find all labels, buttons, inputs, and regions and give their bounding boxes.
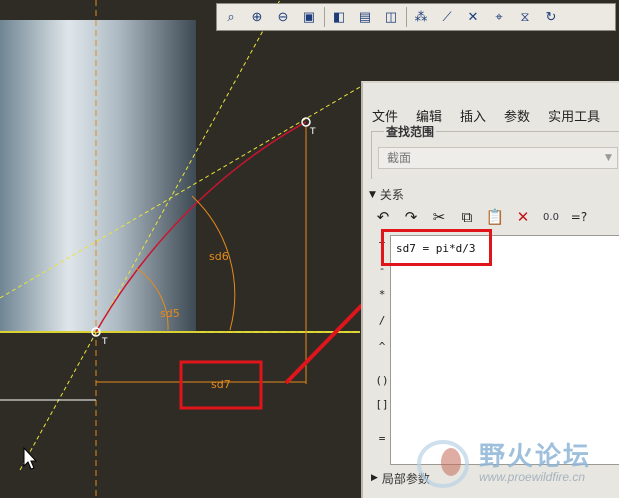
menu-utilities[interactable]: 实用工具 (539, 107, 609, 129)
chevron-down-icon[interactable]: ▼ (602, 151, 615, 165)
annotation-icon[interactable]: ⧖ (514, 6, 536, 28)
operator-button[interactable]: = (379, 431, 386, 447)
zoom-window-icon[interactable]: ⌕ (220, 6, 242, 28)
saved-views-icon[interactable]: ◫ (380, 6, 402, 28)
expand-triangle-icon: ▶ (371, 473, 378, 483)
redo-icon[interactable]: ↷ (400, 206, 422, 228)
cut-icon[interactable]: ✂ (428, 206, 450, 228)
menu-parameters[interactable]: 参数 (495, 107, 539, 129)
sd5-label[interactable]: sd5 (160, 307, 180, 320)
view-manager-icon[interactable]: ▤ (354, 6, 376, 28)
repaint-icon[interactable]: ↻ (540, 6, 562, 28)
sd6-arc (191, 195, 236, 331)
orient-icon[interactable]: ◧ (328, 6, 350, 28)
watermark-url: www.proewildfire.cn (479, 470, 586, 484)
copy-icon[interactable]: ⧉ (456, 206, 478, 228)
operator-button[interactable]: * (379, 287, 386, 303)
operator-button[interactable]: / (379, 313, 386, 329)
view-toolbar: ⌕ ⊕ ⊖ ▣ ◧ ▤ ◫ ⁂ ⟋ ✕ ⌖ ⧖ ↻ (216, 3, 616, 31)
relations-editor[interactable]: sd7 = pi*d/3 (390, 235, 619, 465)
watermark-logo (417, 440, 469, 488)
operator-button[interactable]: [] (375, 397, 388, 413)
menu-insert[interactable]: 插入 (451, 107, 495, 129)
refit-icon[interactable]: ▣ (298, 6, 320, 28)
zoom-out-icon[interactable]: ⊖ (272, 6, 294, 28)
coord-sys-icon[interactable]: ⌖ (488, 6, 510, 28)
datum-axes-icon[interactable]: ⟋ (436, 6, 458, 28)
scope-group: 查找范围 截面 ▼ (371, 123, 619, 179)
datum-planes-icon[interactable]: ⁂ (410, 6, 432, 28)
operator-column: + - * / ^()[] = (372, 235, 392, 465)
evaluate-icon[interactable]: 0.0 (540, 206, 562, 228)
point-marker-end: T (309, 127, 316, 137)
relation-highlight-box (381, 229, 492, 266)
scope-label: 查找范围 (384, 123, 437, 140)
zoom-in-icon[interactable]: ⊕ (246, 6, 268, 28)
point-marker-start: T (101, 337, 108, 347)
sd6-label[interactable]: sd6 (209, 250, 229, 263)
operator-button[interactable]: ^ (379, 339, 386, 355)
watermark: 野火论坛 www.proewildfire.cn (411, 434, 619, 498)
paste-icon[interactable]: 📋 (484, 206, 506, 228)
operator-button[interactable]: () (375, 373, 388, 389)
scope-value: 截面 (387, 151, 412, 165)
sd7-label[interactable]: sd7 (211, 378, 231, 391)
verify-icon[interactable]: =? (568, 206, 590, 228)
toolbar-separator (324, 7, 325, 27)
cylinder-surface (0, 20, 196, 332)
toolbar-separator (406, 7, 407, 27)
undo-icon[interactable]: ↶ (372, 206, 394, 228)
datum-points-icon[interactable]: ✕ (462, 6, 484, 28)
watermark-title: 野火论坛 (479, 441, 592, 471)
collapse-triangle-icon: ▼ (369, 189, 376, 200)
delete-icon[interactable]: ✕ (512, 206, 534, 228)
scope-select[interactable]: 截面 ▼ (378, 147, 618, 169)
